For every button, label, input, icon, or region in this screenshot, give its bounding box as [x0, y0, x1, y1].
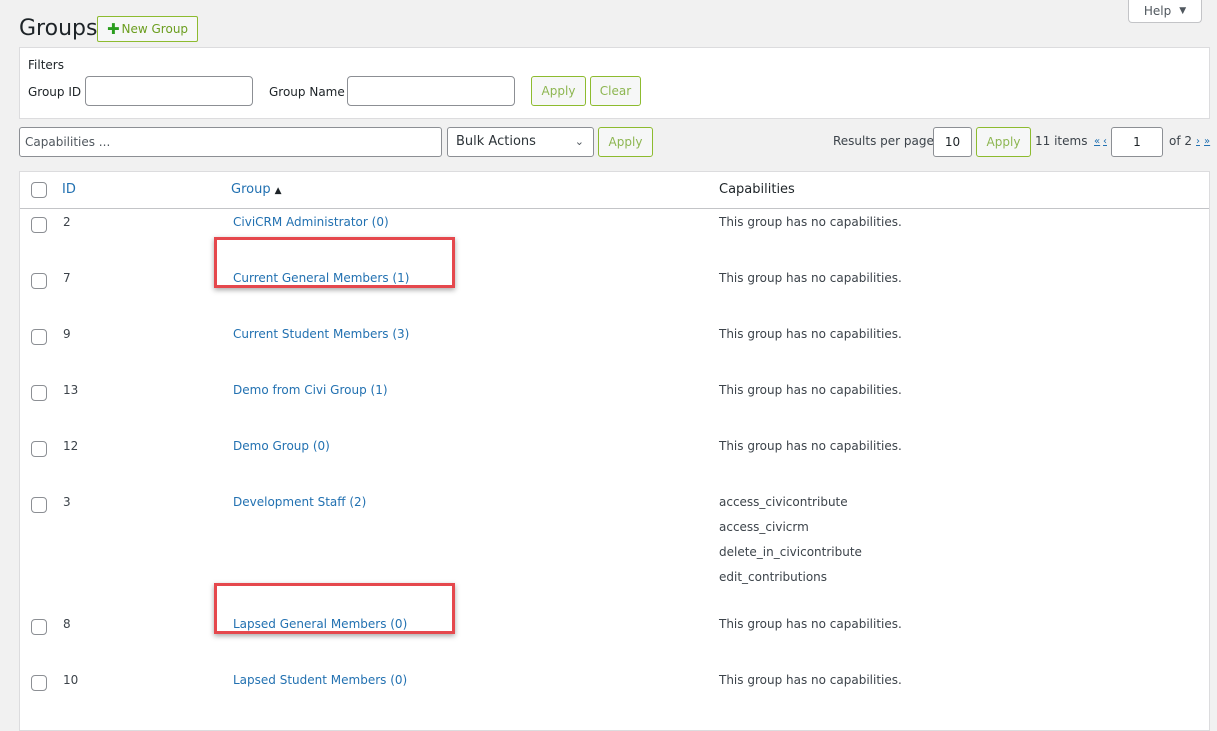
items-count: 11 items: [1035, 134, 1088, 148]
column-capabilities-header: Capabilities: [719, 182, 795, 197]
group-link[interactable]: Lapsed Student Members (0): [233, 673, 407, 687]
group-id-label: Group ID: [28, 85, 82, 99]
row-id: 8: [63, 617, 71, 631]
row-checkbox[interactable]: [31, 619, 47, 635]
row-checkbox[interactable]: [31, 441, 47, 457]
row-checkbox[interactable]: [31, 675, 47, 691]
filter-apply-button[interactable]: Apply: [531, 76, 586, 106]
help-label: Help: [1143, 4, 1172, 18]
select-all-checkbox[interactable]: [31, 182, 47, 198]
capability-item: This group has no capabilities.: [719, 271, 902, 285]
row-capabilities: This group has no capabilities.: [719, 327, 902, 352]
prev-page-link[interactable]: ‹: [1103, 136, 1107, 147]
row-checkbox[interactable]: [31, 217, 47, 233]
row-capabilities: This group has no capabilities.: [719, 383, 902, 408]
rpp-apply-button[interactable]: Apply: [976, 127, 1031, 157]
capability-item: This group has no capabilities.: [719, 673, 902, 687]
column-group-header[interactable]: Group ▲: [231, 182, 282, 197]
capability-item: edit_contributions: [719, 570, 828, 584]
group-link[interactable]: Demo Group (0): [233, 439, 330, 453]
capability-item: This group has no capabilities.: [719, 215, 902, 229]
row-checkbox[interactable]: [31, 385, 47, 401]
row-id: 10: [63, 673, 79, 687]
filters-title: Filters: [28, 58, 64, 72]
page-title: Groups: [19, 16, 98, 41]
chevron-down-icon: ⌄: [574, 135, 584, 148]
groups-table: ID Group ▲ Capabilities 2 CiviCRM Administ…: [19, 171, 1210, 731]
filters-panel: Filters Group ID Group Name Apply Clear: [19, 47, 1210, 119]
group-link[interactable]: CiviCRM Administrator (0): [233, 215, 389, 229]
row-capabilities: This group has no capabilities.: [719, 673, 902, 698]
current-page-input[interactable]: 1: [1111, 127, 1163, 157]
column-id-header[interactable]: ID: [62, 182, 76, 197]
row-id: 9: [63, 327, 71, 341]
row-capabilities: access_civicontribute access_civicrmdelet…: [719, 495, 862, 595]
row-id: 2: [63, 215, 71, 229]
capability-item: This group has no capabilities.: [719, 383, 902, 397]
bulk-actions-label: Bulk Actions: [456, 134, 536, 149]
group-link[interactable]: Current Student Members (3): [233, 327, 409, 341]
row-id: 7: [63, 271, 71, 285]
group-name-input[interactable]: [347, 76, 515, 106]
capability-item: This group has no capabilities.: [719, 439, 902, 453]
sort-ascending-icon: ▲: [274, 186, 282, 196]
filter-clear-button[interactable]: Clear: [590, 76, 641, 106]
highlight-box: [214, 583, 455, 634]
next-page-link[interactable]: ›: [1196, 136, 1200, 147]
capability-item: access_civicrm: [719, 520, 809, 534]
row-checkbox[interactable]: [31, 497, 47, 513]
total-pages: of 2: [1169, 134, 1193, 148]
results-per-page-input[interactable]: 10: [933, 127, 972, 157]
capability-item: access_civicontribute: [719, 495, 848, 509]
row-checkbox[interactable]: [31, 273, 47, 289]
bulk-actions-select[interactable]: Bulk Actions ⌄: [447, 127, 594, 157]
capabilities-input[interactable]: Capabilities ...: [19, 127, 442, 157]
group-link[interactable]: Development Staff (2): [233, 495, 366, 509]
group-id-input[interactable]: [85, 76, 253, 106]
help-tab[interactable]: Help ▼: [1128, 0, 1202, 23]
new-group-label: New Group: [121, 22, 189, 36]
capability-item: delete_in_civicontribute: [719, 545, 862, 559]
group-name-label: Group Name: [269, 85, 345, 99]
group-link[interactable]: Demo from Civi Group (1): [233, 383, 388, 397]
results-per-page-label: Results per page: [833, 134, 934, 148]
capability-item: This group has no capabilities.: [719, 327, 902, 341]
row-capabilities: This group has no capabilities.: [719, 215, 902, 240]
new-group-button[interactable]: ✚ New Group: [97, 16, 198, 42]
highlight-box: [214, 237, 455, 288]
table-header: ID Group ▲ Capabilities: [20, 172, 1209, 209]
bulk-apply-button[interactable]: Apply: [598, 127, 653, 157]
first-page-link[interactable]: «: [1094, 136, 1100, 147]
plus-icon: ✚: [106, 19, 120, 38]
last-page-link[interactable]: »: [1204, 136, 1210, 147]
row-id: 3: [63, 495, 71, 509]
row-capabilities: This group has no capabilities.: [719, 271, 902, 296]
row-id: 13: [63, 383, 79, 397]
row-capabilities: This group has no capabilities.: [719, 617, 902, 642]
row-id: 12: [63, 439, 79, 453]
caret-down-icon: ▼: [1179, 6, 1187, 16]
capability-item: This group has no capabilities.: [719, 617, 902, 631]
row-capabilities: This group has no capabilities.: [719, 439, 902, 464]
row-checkbox[interactable]: [31, 329, 47, 345]
column-group-label: Group: [231, 182, 271, 197]
